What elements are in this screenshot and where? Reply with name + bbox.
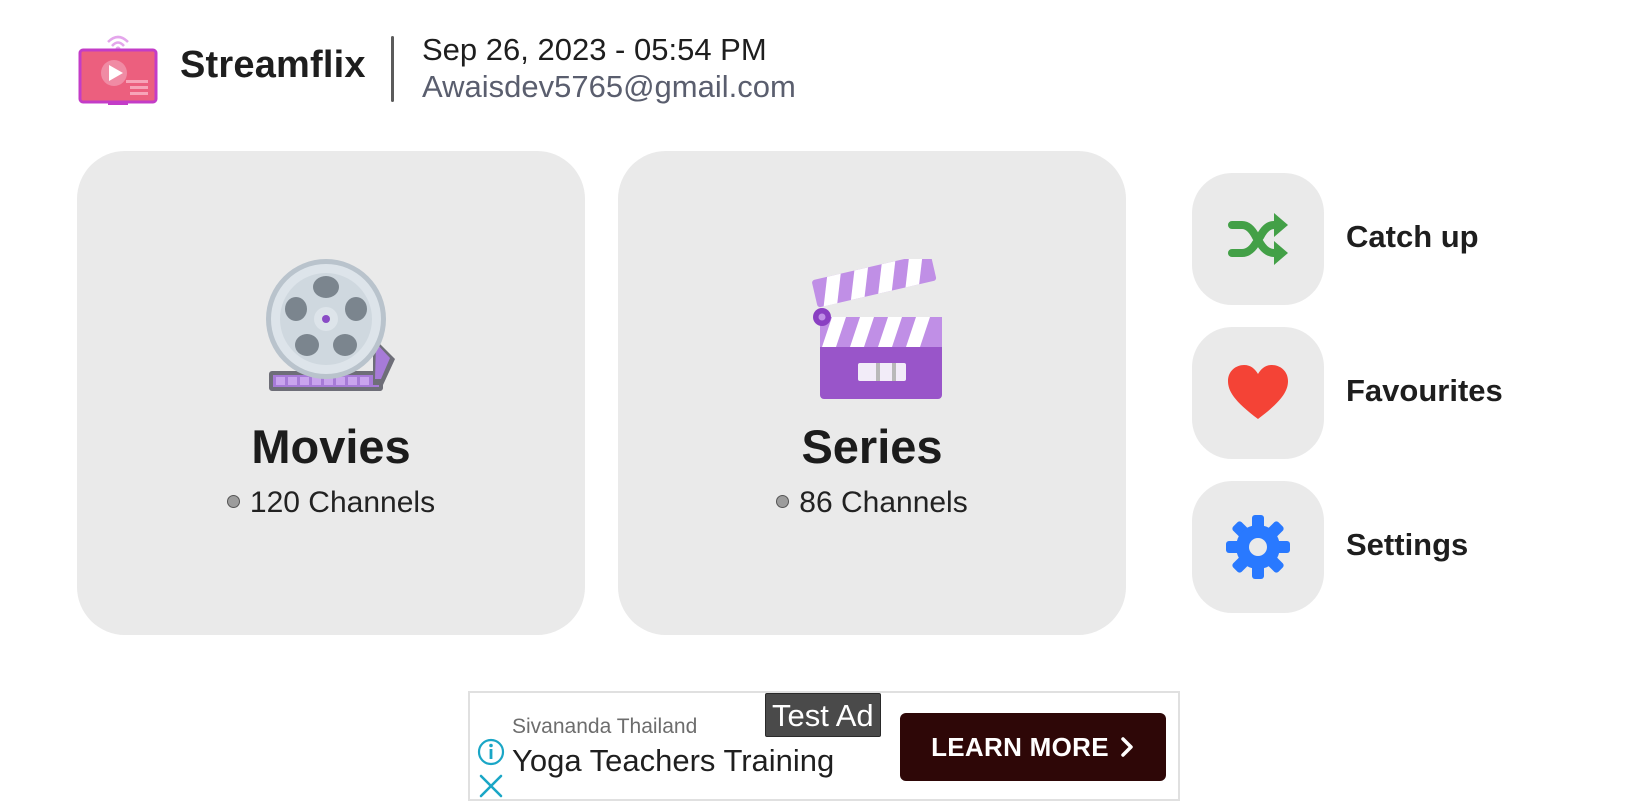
settings-tile[interactable] (1192, 481, 1324, 613)
series-card[interactable]: Series 86 Channels (618, 151, 1126, 635)
catch-up-button[interactable]: Catch up (1192, 173, 1612, 305)
close-icon[interactable] (478, 773, 504, 799)
test-ad-badge: Test Ad (765, 693, 881, 737)
header-divider (391, 36, 394, 102)
shuffle-icon (1228, 213, 1288, 265)
film-reel-icon (261, 259, 401, 399)
app-logo-icon (78, 28, 158, 108)
settings-button[interactable]: Settings (1192, 481, 1612, 613)
info-icon[interactable] (476, 737, 506, 767)
header-datetime: Sep 26, 2023 - 05:54 PM (422, 32, 767, 67)
movies-count: 120 Channels (77, 486, 585, 520)
movies-title: Movies (251, 420, 411, 473)
gear-icon (1226, 515, 1290, 579)
movies-count-text: 120 Channels (249, 486, 436, 519)
learn-more-label: LEARN MORE (931, 732, 1109, 762)
series-title: Series (801, 420, 943, 473)
movies-card[interactable]: Movies 120 Channels (77, 151, 585, 635)
settings-label: Settings (1346, 527, 1469, 562)
count-dot-icon (226, 494, 240, 508)
chevron-right-icon (1121, 737, 1133, 757)
heart-icon (1228, 365, 1288, 419)
count-dot-icon (776, 494, 790, 508)
ad-advertiser: Sivananda Thailand (512, 715, 698, 738)
favourites-label: Favourites (1346, 373, 1503, 408)
clapperboard-icon (802, 253, 942, 399)
series-count-text: 86 Channels (799, 486, 968, 519)
favourites-tile[interactable] (1192, 327, 1324, 459)
series-count: 86 Channels (618, 486, 1126, 520)
app-name: Streamflix (180, 44, 366, 86)
ad-banner[interactable]: Sivananda Thailand Yoga Teachers Trainin… (468, 691, 1180, 801)
catch-up-tile[interactable] (1192, 173, 1324, 305)
favourites-button[interactable]: Favourites (1192, 327, 1612, 459)
learn-more-button[interactable]: LEARN MORE (900, 713, 1166, 781)
catch-up-label: Catch up (1346, 219, 1479, 254)
ad-headline: Yoga Teachers Training (512, 743, 835, 778)
header-email: Awaisdev5765@gmail.com (422, 69, 796, 104)
